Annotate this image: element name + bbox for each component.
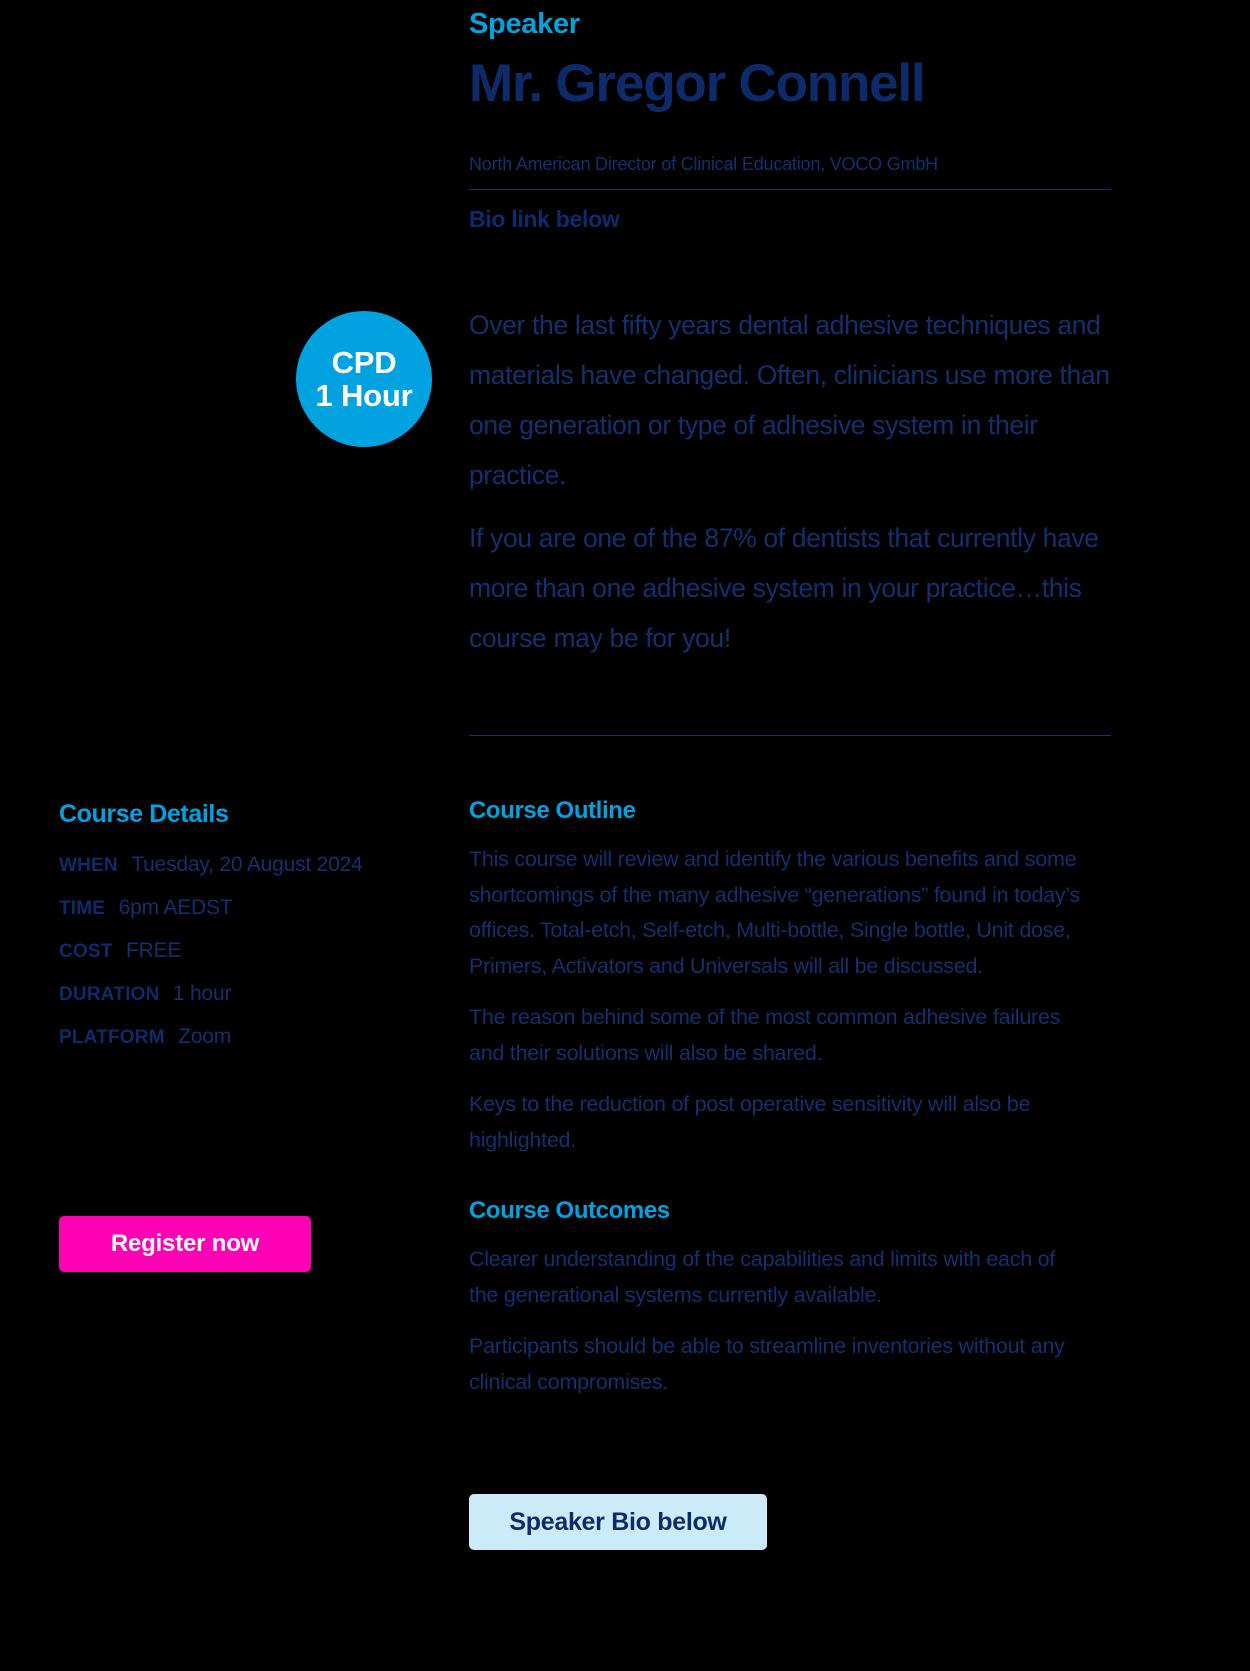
course-outcomes-paragraph-1: Clearer understanding of the capabilitie…	[469, 1247, 1056, 1307]
detail-label-when: WHEN	[59, 855, 118, 876]
course-outline-paragraph-2: The reason behind some of the most commo…	[469, 1005, 1061, 1065]
course-details-block: Course Details WHEN Tuesday, 20 August 2…	[59, 800, 439, 1068]
cpd-badge-line2: 1 Hour	[315, 378, 413, 413]
detail-value-time: 6pm AEDST	[118, 896, 233, 919]
cpd-badge-line1: CPD	[331, 344, 397, 380]
register-now-button[interactable]: Register now	[59, 1216, 311, 1272]
detail-label-platform: PLATFORM	[59, 1027, 165, 1048]
detail-label-cost: COST	[59, 941, 113, 962]
cpd-hours-badge: CPD 1 Hour	[296, 311, 432, 447]
detail-label-time: TIME	[59, 898, 106, 919]
detail-value-platform: Zoom	[178, 1025, 232, 1048]
course-outcomes-heading: Course Outcomes	[469, 1197, 670, 1224]
course-outline-heading: Course Outline	[469, 797, 636, 824]
course-outline-block: Course Outline This course will review a…	[469, 797, 1089, 1400]
speaker-kicker: Speaker	[469, 8, 580, 40]
detail-value-duration: 1 hour	[172, 982, 232, 1005]
course-outline-paragraph-1: This course will review and identify the…	[469, 847, 1081, 978]
speaker-header: Speaker Mr. Gregor Connell North America…	[469, 0, 1111, 233]
detail-row-cost: COST FREE	[59, 939, 439, 963]
speaker-role: North American Director of Clinical Educ…	[469, 153, 938, 174]
bio-link-label: Bio link below	[469, 205, 620, 232]
detail-value-cost: FREE	[126, 939, 182, 962]
detail-label-duration: DURATION	[59, 984, 160, 1005]
course-details-heading: Course Details	[59, 800, 229, 828]
detail-value-when: Tuesday, 20 August 2024	[131, 853, 363, 876]
intro-divider	[469, 735, 1111, 736]
course-outline-paragraph-3: Keys to the reduction of post operative …	[469, 1092, 1031, 1152]
intro-block: Over the last fifty years dental adhesiv…	[469, 300, 1134, 676]
intro-paragraph-2: If you are one of the 87% of dentists th…	[469, 523, 1099, 653]
course-outcomes-paragraph-2: Participants should be able to streamlin…	[469, 1334, 1065, 1394]
detail-row-duration: DURATION 1 hour	[59, 982, 439, 1006]
speaker-name: Mr. Gregor Connell	[469, 54, 926, 113]
intro-paragraph-1: Over the last fifty years dental adhesiv…	[469, 310, 1110, 490]
detail-row-platform: PLATFORM Zoom	[59, 1025, 439, 1049]
header-divider	[469, 188, 1111, 190]
detail-row-when: WHEN Tuesday, 20 August 2024	[59, 853, 439, 877]
speaker-bio-button[interactable]: Speaker Bio below	[469, 1494, 767, 1550]
detail-row-time: TIME 6pm AEDST	[59, 896, 439, 920]
